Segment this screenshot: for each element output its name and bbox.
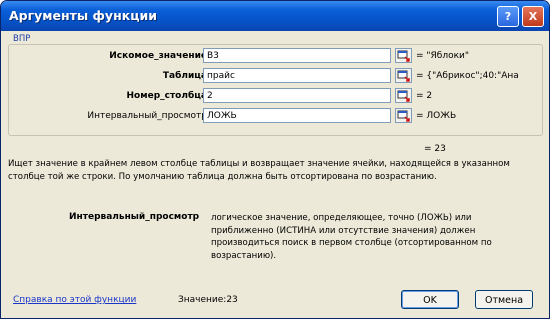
arg-input-lookup-value[interactable]: B3 [203, 48, 391, 63]
collapse-dialog-icon[interactable] [395, 68, 412, 83]
collapse-dialog-icon[interactable] [395, 108, 412, 123]
ok-button[interactable]: OK [401, 290, 459, 309]
function-name: ВПР [13, 34, 31, 44]
cancel-button[interactable]: Отмена [475, 290, 533, 309]
arg-result-table: = {"Абрикос";40:"Ана [416, 71, 519, 81]
help-button[interactable]: ? [497, 6, 519, 27]
window-title: Аргументы функции [9, 8, 157, 23]
selected-argument-name: Интервальный_просмотр [69, 212, 200, 222]
arg-result-lookup-value: = "Яблоки" [416, 51, 470, 61]
arg-result-col-index: = 2 [416, 91, 433, 101]
selected-argument-description: логическое значение, определяющее, точно… [211, 213, 492, 261]
value-number: 23 [226, 295, 238, 305]
arg-input-table[interactable]: прайс [203, 68, 391, 83]
help-on-function-link[interactable]: Справка по этой функции [13, 295, 136, 305]
close-button[interactable]: X [522, 6, 544, 27]
function-arguments-dialog: Аргументы функции ? X ВПР Искомое_значен… [0, 0, 550, 319]
title-bar[interactable]: Аргументы функции ? X [1, 1, 549, 31]
arg-label-lookup-value: Искомое_значение [109, 51, 207, 61]
collapse-dialog-icon[interactable] [395, 88, 412, 103]
arg-result-range-lookup: = ЛОЖЬ [416, 111, 457, 121]
collapse-dialog-icon[interactable] [395, 48, 412, 63]
arg-input-col-index[interactable]: 2 [203, 88, 391, 103]
arg-label-col-index: Номер_столбца [126, 91, 207, 101]
arg-input-range-lookup[interactable]: ЛОЖЬ [203, 108, 391, 123]
arg-label-range-lookup: Интервальный_просмотр [87, 111, 207, 121]
value-label: Значение: [178, 295, 227, 305]
formula-result: = 23 [424, 144, 446, 154]
value-readout: Значение:23 [178, 295, 238, 305]
arg-label-table: Таблица [162, 71, 207, 81]
function-description: Ищет значение в крайнем левом столбце та… [8, 159, 510, 182]
